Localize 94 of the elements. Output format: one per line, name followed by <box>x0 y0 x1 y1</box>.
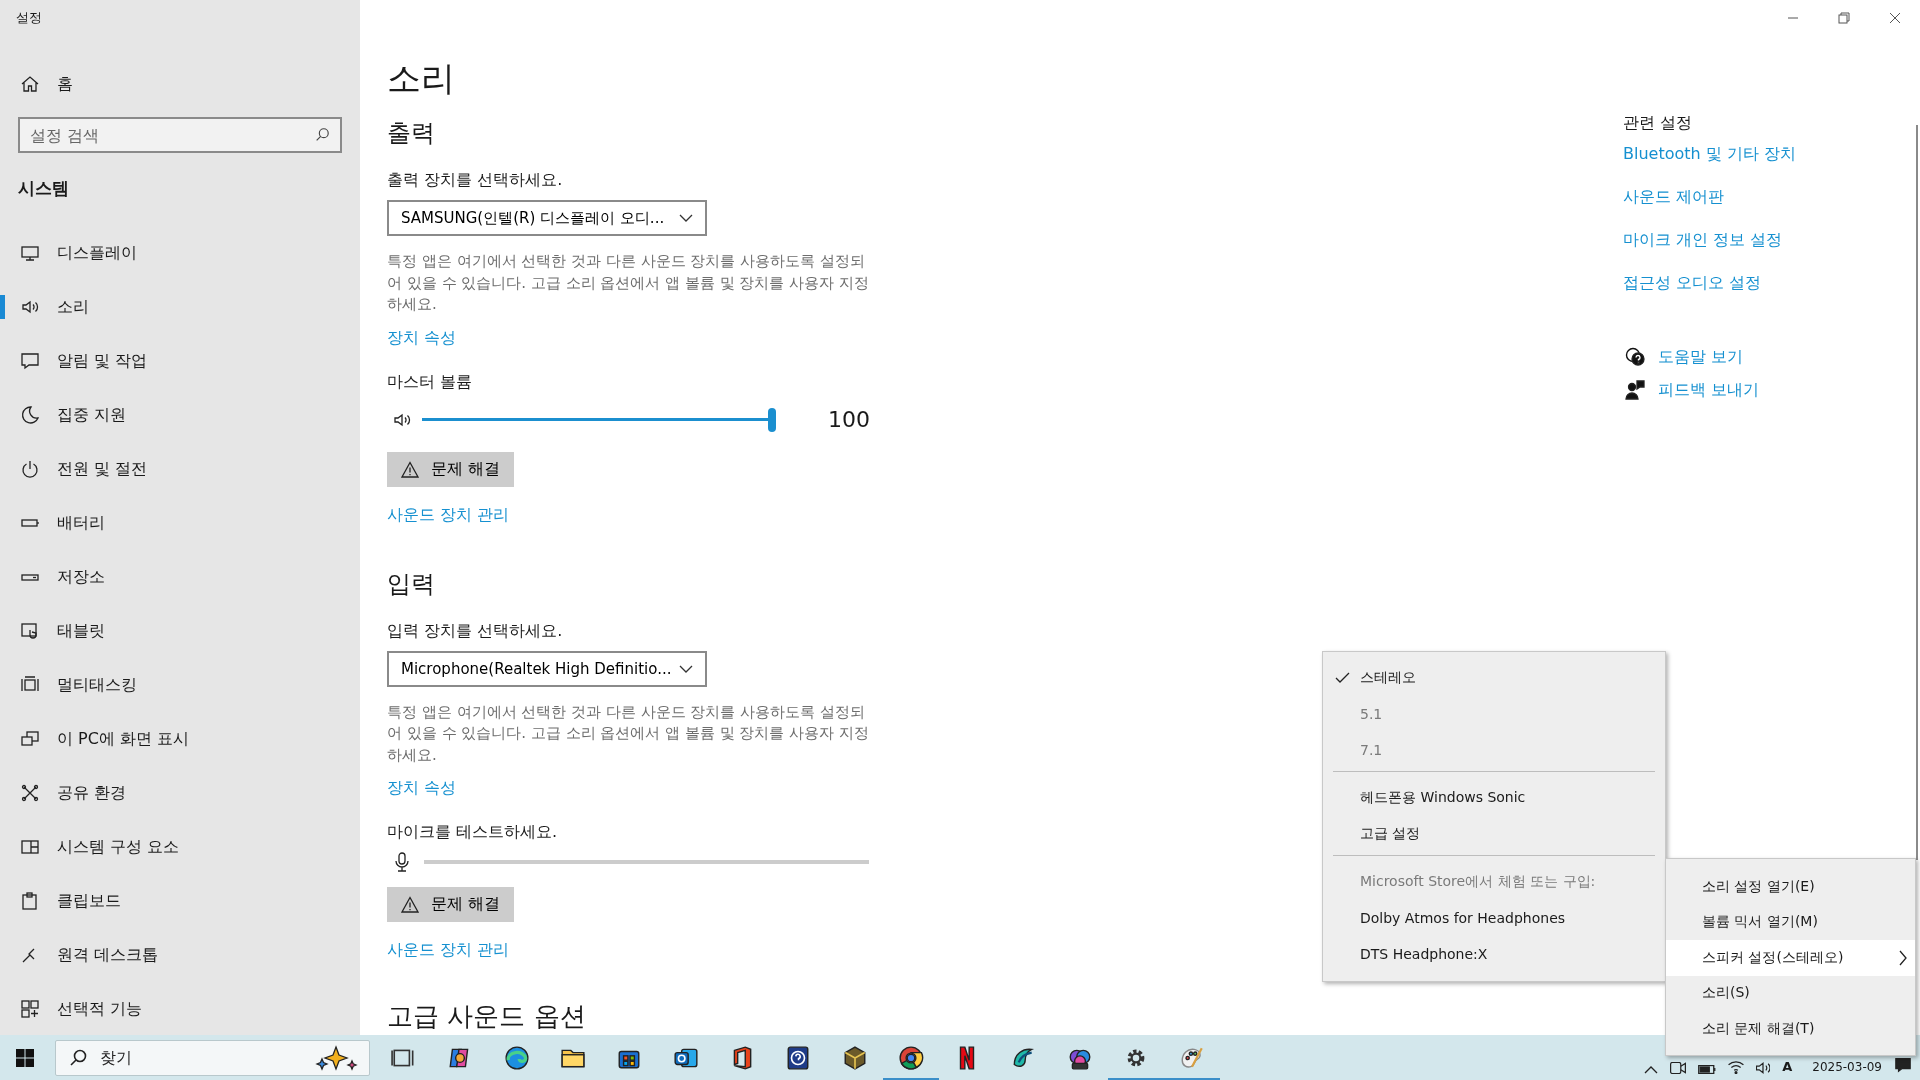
wifi-icon <box>1728 1061 1745 1074</box>
field-label: 출력 장치를 선택하세요. <box>387 169 563 191</box>
device-dropdown[interactable]: SAMSUNG(인텔(R) 디스플레이 오디... <box>387 200 707 236</box>
settings-link[interactable]: 사운드 제어판 <box>1623 186 1725 208</box>
slider-thumb[interactable] <box>768 407 776 432</box>
help-link[interactable]: 피드백 보내기 <box>1658 379 1760 401</box>
power-icon <box>20 459 40 479</box>
sidebar-item[interactable]: 선택적 기능 <box>0 982 360 1035</box>
chevron-down-icon <box>679 664 693 673</box>
field-label: 마이크를 테스트하세요. <box>387 821 558 843</box>
scrollbar[interactable] <box>1916 125 1918 860</box>
message-icon <box>20 351 40 371</box>
settings-link[interactable]: 마이크 개인 정보 설정 <box>1623 229 1783 251</box>
restore-icon <box>1837 12 1850 24</box>
clipboard-icon <box>20 891 40 911</box>
sidebar-item[interactable]: 집중 지원 <box>0 388 360 442</box>
section-heading: 입력 <box>387 568 435 600</box>
chevron-right-icon <box>1899 949 1907 966</box>
menu-item[interactable]: 헤드폰용 Windows Sonic <box>1333 780 1655 816</box>
volume-slider[interactable] <box>422 407 778 432</box>
sidebar-item[interactable]: 저장소 <box>0 550 360 604</box>
microphone-icon <box>392 851 412 873</box>
sidebar-item[interactable]: 이 PC에 화면 표시 <box>0 712 360 766</box>
notification-icon <box>1894 1056 1912 1074</box>
panel-icon <box>20 837 40 857</box>
search-field[interactable]: 설정 검색 <box>18 117 342 153</box>
troubleshoot-button[interactable]: 문제 해결 <box>387 887 514 922</box>
menu-item[interactable]: 볼륨 믹서 열기(M) <box>1666 904 1915 940</box>
clock-date[interactable]: 2025-03-09 <box>1812 1060 1882 1074</box>
sidebar-item[interactable]: 공유 환경 <box>0 766 360 820</box>
manage-devices-link[interactable]: 사운드 장치 관리 <box>387 939 510 961</box>
windows-icon <box>16 1048 34 1067</box>
close-icon <box>1888 12 1901 24</box>
menu-item[interactable]: 고급 설정 <box>1333 816 1655 852</box>
menu-caption: Microsoft Store에서 체험 또는 구입: <box>1359 872 1597 891</box>
home-link[interactable]: 홈 <box>0 62 73 106</box>
menu-item[interactable]: Dolby Atmos for Headphones <box>1333 900 1655 936</box>
help-icon <box>1625 347 1645 367</box>
speaker-icon <box>1756 1062 1771 1074</box>
chevron-up-icon <box>1644 1066 1659 1074</box>
menu-item[interactable]: 소리 설정 열기(E) <box>1666 869 1915 905</box>
menu-item[interactable]: 소리 문제 해결(T) <box>1666 1011 1915 1047</box>
manage-devices-link[interactable]: 사운드 장치 관리 <box>387 503 510 526</box>
menu-item[interactable]: 소리(S) <box>1666 975 1915 1011</box>
device-properties-link[interactable]: 장치 속성 <box>387 326 457 349</box>
battery-icon <box>1698 1065 1717 1074</box>
sidebar-item[interactable]: 멀티태스킹 <box>0 658 360 712</box>
feedback-icon <box>1625 380 1645 400</box>
tablet-icon <box>20 621 40 641</box>
chevron-down-icon <box>679 214 693 222</box>
sidebar-item[interactable]: 원격 데스크톱 <box>0 928 360 982</box>
window-title: 설정 <box>15 9 42 27</box>
menu-item[interactable]: DTS Headphone:X <box>1333 936 1655 972</box>
warning-icon <box>401 896 419 913</box>
screens-icon <box>20 729 40 749</box>
device-properties-link[interactable]: 장치 속성 <box>387 777 457 799</box>
search-icon <box>69 1048 87 1067</box>
taskbar-search-field[interactable]: 찾기 <box>55 1039 370 1076</box>
settings-link[interactable]: 접근성 오디오 설정 <box>1623 272 1762 294</box>
monitor-icon <box>20 243 40 263</box>
sidebar-item[interactable]: 배터리 <box>0 496 360 550</box>
sidebar-item[interactable]: 시스템 구성 요소 <box>0 820 360 874</box>
moon-icon <box>20 405 40 425</box>
field-label: 입력 장치를 선택하세요. <box>387 619 563 642</box>
sidebar-item[interactable]: 디스플레이 <box>0 226 360 280</box>
warning-icon <box>401 460 419 478</box>
settings-link[interactable]: Bluetooth 및 기타 장치 <box>1623 143 1796 165</box>
sidebar-item[interactable]: 태블릿 <box>0 604 360 658</box>
description-text: 특정 앱은 여기에서 선택한 것과 다른 사운드 장치를 사용하도록 설정되어 있을 수 있습니다. 고급 소리 옵션에서 앱 볼륨 및 장치를 사용자 지정하세요. <box>387 701 870 766</box>
wave-icon <box>503 1044 530 1071</box>
camera-icon <box>1670 1062 1687 1074</box>
sidebar-item[interactable]: 전원 및 절전 <box>0 442 360 496</box>
home-icon <box>20 74 40 94</box>
troubleshoot-button[interactable]: 문제 해결 <box>387 451 514 487</box>
help-link[interactable]: 도움말 보기 <box>1658 346 1744 368</box>
nodes-icon <box>20 783 40 803</box>
sidebar-item[interactable]: 알림 및 작업 <box>0 334 360 388</box>
section-heading: 고급 사운드 옵션 <box>387 1000 586 1033</box>
grid-plus-icon <box>20 999 40 1019</box>
device-dropdown[interactable]: Microphone(Realtek High Definitio... <box>387 650 707 687</box>
section-title: 시스템 <box>18 177 69 200</box>
menu-item[interactable]: 스테레오 <box>1333 660 1655 696</box>
page-title: 소리 <box>387 57 455 100</box>
description-text: 특정 앱은 여기에서 선택한 것과 다른 사운드 장치를 사용하도록 설정되어 있을 수 있습니다. 고급 소리 옵션에서 앱 볼륨 및 장치를 사용자 지정하세요. <box>387 251 870 315</box>
check-icon <box>1335 672 1350 683</box>
section-heading: 출력 <box>387 118 435 149</box>
search-icon <box>314 127 330 143</box>
field-label: 마스터 볼륨 <box>387 370 473 393</box>
section-heading: 관련 설정 <box>1623 112 1693 134</box>
ring-icon <box>897 1044 924 1071</box>
volume-value: 100 <box>828 407 870 432</box>
input-language[interactable]: A <box>1782 1060 1793 1074</box>
menu-item[interactable]: 스피커 설정(스테레오) <box>1666 940 1915 976</box>
sidebar-item[interactable]: 클립보드 <box>0 874 360 928</box>
